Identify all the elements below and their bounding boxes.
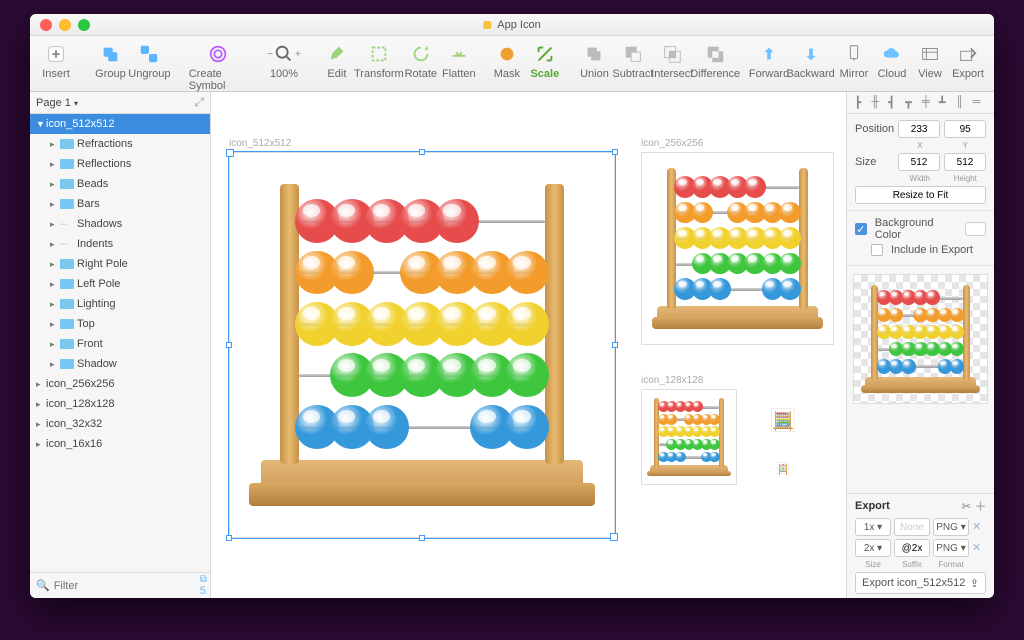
layer-item[interactable]: ▸Right Pole [30,254,210,274]
layer-item[interactable]: ▸Lighting [30,294,210,314]
forward-button[interactable]: Forward [751,41,787,82]
window-title: App Icon [497,19,540,31]
export-suffix[interactable] [894,518,930,536]
height-input[interactable] [944,153,986,171]
zoom-control[interactable]: −+100% [266,41,302,82]
transform-button[interactable]: Transform [357,41,401,82]
difference-button[interactable]: Difference [693,41,737,82]
expand-icon[interactable]: ⤢ [194,95,204,110]
layer-item[interactable]: ▸Front [30,334,210,354]
layer-item[interactable]: ▸icon_16x16 [30,434,210,454]
artboard-label[interactable]: icon_128x128 [641,375,703,386]
ungroup-button[interactable]: Ungroup [130,41,168,82]
layer-item[interactable]: ▸Left Pole [30,274,210,294]
union-button[interactable]: Union [576,41,612,82]
edit-button[interactable]: Edit [319,41,355,82]
titlebar: App Icon [30,14,994,36]
export-add-icon[interactable]: ＋ [975,501,986,513]
align-center-h-icon[interactable]: ╫ [871,96,885,110]
x-input[interactable] [898,120,940,138]
export-artboard-button[interactable]: Export icon_512x512⇪ [855,572,986,594]
insert-button[interactable]: Insert [38,41,74,82]
artboard-32[interactable] [771,408,795,432]
export-scale[interactable]: 2x ▾ [855,539,891,557]
export-format[interactable]: PNG ▾ [933,539,969,557]
y-input[interactable] [944,120,986,138]
export-title: Export [855,500,890,512]
layer-item[interactable]: ▸icon_128x128 [30,394,210,414]
app-window: App Icon Insert Group Ungroup Create Sym… [30,14,994,598]
preview [853,274,988,404]
view-button[interactable]: View [912,41,948,82]
remove-icon[interactable]: ✕ [972,541,986,555]
distribute-h-icon[interactable]: ║ [956,96,970,110]
layer-item[interactable]: ▸Top [30,314,210,334]
maximize-button[interactable] [78,19,90,31]
export-suffix[interactable] [894,539,930,557]
artboard-256[interactable] [641,152,834,345]
layer-item[interactable]: ▸Refractions [30,134,210,154]
search-icon: 🔍 [36,579,50,592]
share-icon: ⇪ [970,577,979,590]
layer-item[interactable]: ▸┄Shadows [30,214,210,234]
include-export-checkbox[interactable] [871,244,883,256]
resize-to-fit-button[interactable]: Resize to Fit [855,186,986,204]
artboard-512[interactable] [229,152,615,538]
align-left-icon[interactable]: ┣ [854,96,868,110]
backward-button[interactable]: Backward [789,41,832,82]
align-controls: ┣ ╫ ┫ ┳ ╪ ┻ ║ ═ [847,92,994,114]
close-button[interactable] [40,19,52,31]
export-knife-icon[interactable]: ✂ [962,501,971,513]
size-label: Size [855,156,894,168]
artboard-128[interactable] [641,389,737,485]
width-input[interactable] [898,153,940,171]
intersect-button[interactable]: Intersect [653,41,691,82]
inspector: ┣ ╫ ┫ ┳ ╪ ┻ ║ ═ Position XY Size Wid [846,92,994,598]
align-bottom-icon[interactable]: ┻ [939,96,953,110]
export-format[interactable]: PNG ▾ [933,518,969,536]
align-right-icon[interactable]: ┫ [888,96,902,110]
subtract-button[interactable]: Subtract [614,41,651,82]
layer-item[interactable]: ▸┄Indents [30,234,210,254]
layer-item[interactable]: ▸Reflections [30,154,210,174]
scale-button[interactable]: Scale [527,41,563,82]
filter-badge: ⧉ 5 [200,574,207,597]
layer-item[interactable]: ▸icon_32x32 [30,414,210,434]
rotate-button[interactable]: Rotate [403,41,439,82]
layer-item[interactable]: ▸Shadow [30,354,210,374]
minimize-button[interactable] [59,19,71,31]
export-scale[interactable]: 1x ▾ [855,518,891,536]
layer-item[interactable]: ▸Bars [30,194,210,214]
export-button[interactable]: Export [950,41,986,82]
bg-color-checkbox[interactable]: ✓ [855,223,867,235]
document-icon [483,21,491,29]
align-top-icon[interactable]: ┳ [905,96,919,110]
mirror-button[interactable]: Mirror [836,41,872,82]
cloud-button[interactable]: Cloud [874,41,910,82]
artboard-16[interactable] [777,462,789,474]
group-button[interactable]: Group [92,41,128,82]
layer-item[interactable]: ▸Beads [30,174,210,194]
distribute-v-icon[interactable]: ═ [973,96,987,110]
layer-item[interactable]: ▸icon_256x256 [30,374,210,394]
flatten-button[interactable]: Flatten [441,41,477,82]
mask-button[interactable]: Mask [489,41,525,82]
toolbar: Insert Group Ungroup Create Symbol −+100… [30,36,994,92]
remove-icon[interactable]: ✕ [972,520,986,534]
position-label: Position [855,123,894,135]
create-symbol-button[interactable]: Create Symbol [187,41,249,94]
layers-sidebar: Page 1 ▾ ⤢ ▼icon_512x512▸Refractions▸Ref… [30,92,211,598]
canvas[interactable]: icon_512x512 icon_256x256 icon_128x128 [211,92,846,598]
pages-dropdown[interactable]: Page 1 ▾ ⤢ [30,92,210,114]
align-center-v-icon[interactable]: ╪ [922,96,936,110]
artboard-label[interactable]: icon_256x256 [641,138,703,149]
filter-input[interactable] [54,580,196,592]
artboard-label[interactable]: icon_512x512 [229,138,291,149]
layer-item[interactable]: ▼icon_512x512 [30,114,210,134]
bg-swatch[interactable] [965,222,986,236]
